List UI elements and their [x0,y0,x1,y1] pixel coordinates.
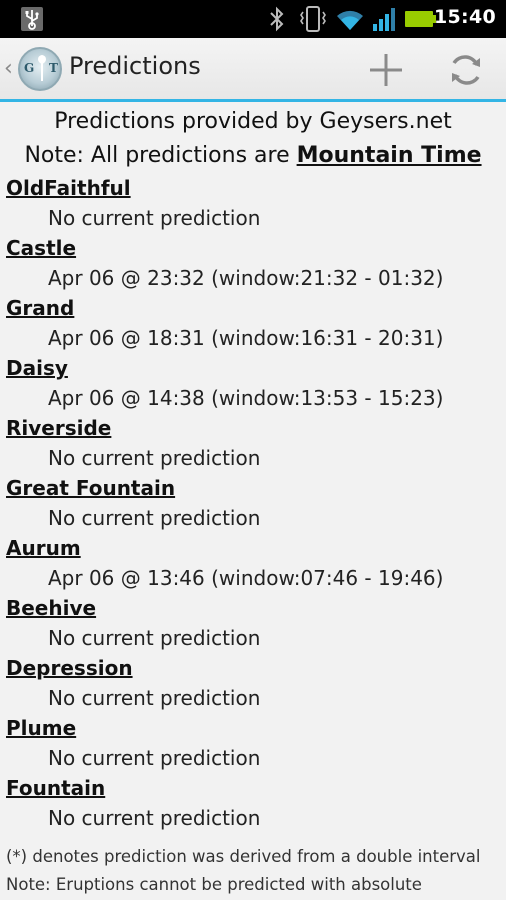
list-item: Riverside No current prediction [0,413,506,473]
geyser-list: OldFaithful No current prediction Castle Ap… [0,173,506,833]
list-item: Aurum Apr 06 @ 13:46 (window:07:46 - 19:4… [0,533,506,593]
status-time: 15:40 [434,6,496,28]
geyser-prediction: Apr 06 @ 23:32 (window:21:32 - 01:32) [48,266,444,290]
signal-icon [373,8,395,31]
app-logo[interactable]: G T [18,47,62,91]
list-item: OldFaithful No current prediction [0,173,506,233]
geyser-name-link[interactable]: Riverside [6,413,111,443]
usb-icon [21,7,43,31]
geyser-prediction: No current prediction [48,206,261,230]
geyser-name-link[interactable]: Aurum [6,533,81,563]
geyser-icon [38,55,46,81]
geyser-prediction: No current prediction [48,686,261,710]
list-item: Beehive No current prediction [0,593,506,653]
geyser-name-link[interactable]: Grand [6,293,74,323]
geyser-name-link[interactable]: OldFaithful [6,173,131,203]
geyser-name-link[interactable]: Depression [6,653,133,683]
chevron-left-icon[interactable]: ‹ [4,54,13,84]
geyser-prediction: No current prediction [48,626,261,650]
geyser-prediction: No current prediction [48,506,261,530]
battery-icon [405,11,436,27]
list-item: Fountain No current prediction [0,773,506,833]
geyser-name-link[interactable]: Castle [6,233,76,263]
list-item: Depression No current prediction [0,653,506,713]
action-bar: ‹ G T Predictions [0,38,506,102]
geyser-name-link[interactable]: Fountain [6,773,105,803]
geyser-prediction: Apr 06 @ 13:46 (window:07:46 - 19:46) [48,566,444,590]
list-item: Grand Apr 06 @ 18:31 (window:16:31 - 20:3… [0,293,506,353]
page-title: Predictions [69,52,201,80]
footer-note-2: Note: Eruptions cannot be predicted with… [6,875,422,894]
timezone-note: Note: All predictions are Mountain Time [0,139,506,173]
geyser-name-link[interactable]: Great Fountain [6,473,175,503]
bluetooth-icon [270,6,284,32]
geyser-name-link[interactable]: Daisy [6,353,68,383]
geyser-prediction: Apr 06 @ 14:38 (window:13:53 - 15:23) [48,386,444,410]
geyser-prediction: No current prediction [48,746,261,770]
timezone-note-prefix: Note: All predictions are [24,143,297,168]
geyser-prediction: No current prediction [48,446,261,470]
vibrate-icon [300,6,326,32]
wifi-icon [337,10,363,30]
list-item: Plume No current prediction [0,713,506,773]
refresh-icon[interactable] [446,50,486,90]
geyser-name-link[interactable]: Beehive [6,593,96,623]
geyser-prediction: No current prediction [48,806,261,830]
footer: (*) denotes prediction was derived from … [0,843,506,899]
timezone-link[interactable]: Mountain Time [297,143,482,168]
list-item: Daisy Apr 06 @ 14:38 (window:13:53 - 15:2… [0,353,506,413]
geyser-name-link[interactable]: Plume [6,713,76,743]
footer-note-1: (*) denotes prediction was derived from … [6,847,481,866]
add-icon[interactable] [366,50,406,90]
list-item: Great Fountain No current prediction [0,473,506,533]
status-bar: 15:40 [0,0,506,38]
geyser-prediction: Apr 06 @ 18:31 (window:16:31 - 20:31) [48,326,444,350]
source-note: Predictions provided by Geysers.net [54,109,452,134]
list-item: Castle Apr 06 @ 23:32 (window:21:32 - 01:… [0,233,506,293]
predictions-list: Predictions provided by Geysers.net Note… [0,105,506,900]
